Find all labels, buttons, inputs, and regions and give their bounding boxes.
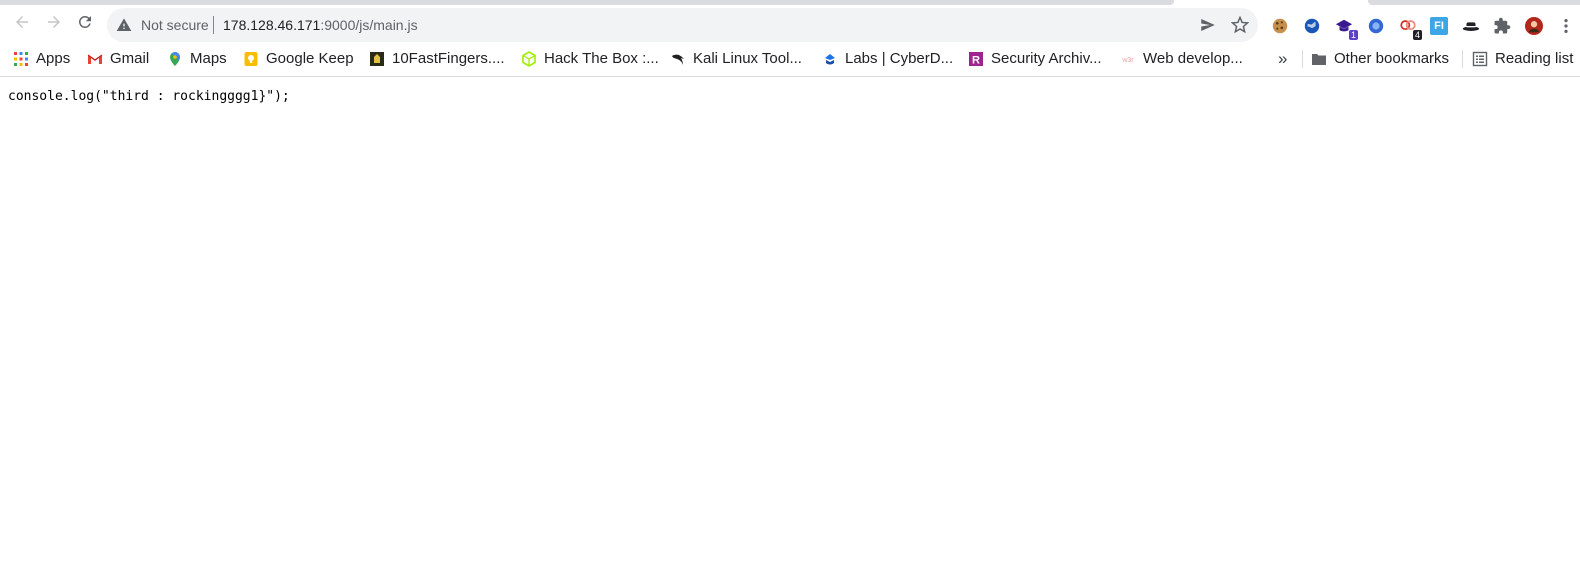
hat-extension-icon[interactable] (1461, 16, 1481, 36)
bookmark-hack-the-box[interactable]: Hack The Box :... (521, 48, 659, 70)
bookmark-gmail[interactable]: Gmail (87, 48, 149, 70)
bookmark-star-icon[interactable] (1231, 16, 1249, 34)
graduation-cap-extension-icon[interactable]: 1 (1334, 16, 1358, 40)
forward-button[interactable] (39, 7, 69, 37)
bookmarks-separator (1462, 50, 1463, 68)
extension-badge-count: 4 (1412, 30, 1422, 40)
wappalyzer-extension-icon[interactable] (1366, 16, 1386, 36)
toolbar-divider (0, 76, 1580, 77)
kali-dragon-icon (670, 51, 686, 67)
avatar-icon (1525, 17, 1543, 35)
bookmark-kali-linux-tools[interactable]: Kali Linux Tool... (670, 48, 802, 70)
url-host: 178.128.46.171 (223, 17, 321, 33)
bookmark-google-keep[interactable]: Google Keep (243, 48, 354, 70)
arrow-right-icon (48, 16, 60, 28)
reading-list-button[interactable]: Reading list (1472, 48, 1573, 70)
bookmark-label: Labs | CyberD... (845, 50, 954, 67)
apps-grid-icon (13, 51, 29, 67)
cookie-extension-icon[interactable] (1270, 16, 1290, 36)
fi-icon: FI (1430, 17, 1448, 35)
bookmark-label: Kali Linux Tool... (693, 50, 802, 67)
bookmarks-separator (1302, 50, 1303, 68)
r-logo-icon: R (968, 51, 984, 67)
bookmark-label: Maps (190, 50, 227, 67)
url-path: :9000/js/main.js (320, 17, 418, 33)
bookmarks-bar: Apps Gmail Maps Google Keep 10FastFinger… (0, 44, 1580, 73)
folder-icon (1311, 51, 1327, 67)
reload-icon (78, 15, 91, 28)
reload-button[interactable] (70, 7, 100, 37)
bookmark-label: Hack The Box :... (544, 50, 659, 67)
bookmark-other-bookmarks[interactable]: Other bookmarks (1311, 48, 1449, 70)
globe-gray-icon (1368, 18, 1384, 34)
bookmark-label: Security Archiv... (991, 50, 1102, 67)
globe-icon (1304, 18, 1320, 34)
arrow-left-icon (16, 16, 28, 28)
maps-pin-icon (167, 51, 183, 67)
cyberdefenders-icon (822, 51, 838, 67)
hackthebox-cube-icon (521, 51, 537, 67)
extensions-menu-button[interactable] (1492, 16, 1512, 36)
profile-avatar[interactable] (1524, 16, 1544, 36)
browser-toolbar: Not secure 178.128.46.171:9000/js/main.j… (0, 5, 1580, 44)
bookmark-label: Google Keep (266, 50, 354, 67)
extension-badge-count: 1 (1348, 30, 1358, 40)
puzzle-icon (1494, 17, 1511, 34)
svg-text:w3r: w3r (1121, 57, 1134, 64)
browser-menu-button[interactable] (1556, 16, 1576, 36)
bookmark-label: Web develop... (1143, 50, 1243, 67)
globe-extension-icon[interactable] (1302, 16, 1322, 36)
bookmark-apps[interactable]: Apps (13, 48, 70, 70)
bookmark-security-archives[interactable]: R Security Archiv... (968, 48, 1102, 70)
10fastfingers-icon (369, 51, 385, 67)
omnibox-separator (213, 16, 214, 34)
security-status[interactable]: Not secure (141, 17, 209, 33)
reading-list-icon (1472, 51, 1488, 67)
bookmark-label: Reading list (1495, 50, 1574, 67)
bookmark-10fastfingers[interactable]: 10FastFingers.... (369, 48, 505, 70)
hat-icon (1462, 22, 1480, 31)
bookmark-web-development[interactable]: w3r Web develop... (1120, 48, 1243, 70)
bookmark-maps[interactable]: Maps (167, 48, 227, 70)
url-text[interactable]: 178.128.46.171:9000/js/main.js (223, 17, 418, 33)
link-extension-icon[interactable]: 4 (1398, 16, 1422, 40)
fi-extension-icon[interactable]: FI (1429, 16, 1449, 36)
address-bar[interactable]: Not secure 178.128.46.171:9000/js/main.j… (107, 8, 1258, 42)
bookmark-labs-cyberdefenders[interactable]: Labs | CyberD... (822, 48, 953, 70)
warning-icon[interactable] (116, 17, 132, 33)
more-vert-icon (1564, 18, 1568, 34)
bookmark-label: Other bookmarks (1334, 50, 1450, 67)
back-button[interactable] (7, 7, 37, 37)
gmail-icon (87, 51, 103, 67)
send-tab-icon[interactable] (1199, 16, 1217, 34)
svg-text:R: R (972, 55, 980, 67)
page-content: console.log("third : rockingggg1}"); (8, 89, 290, 105)
cookie-icon (1272, 18, 1288, 34)
more-bookmarks-chevron[interactable]: » (1278, 49, 1294, 69)
javascript-source-text: console.log("third : rockingggg1}"); (8, 89, 290, 104)
bookmark-label: Apps (36, 50, 71, 67)
bookmark-label: Gmail (110, 50, 150, 67)
keep-bulb-icon (243, 51, 259, 67)
w3schools-icon: w3r (1120, 51, 1136, 67)
bookmark-label: 10FastFingers.... (392, 50, 505, 67)
